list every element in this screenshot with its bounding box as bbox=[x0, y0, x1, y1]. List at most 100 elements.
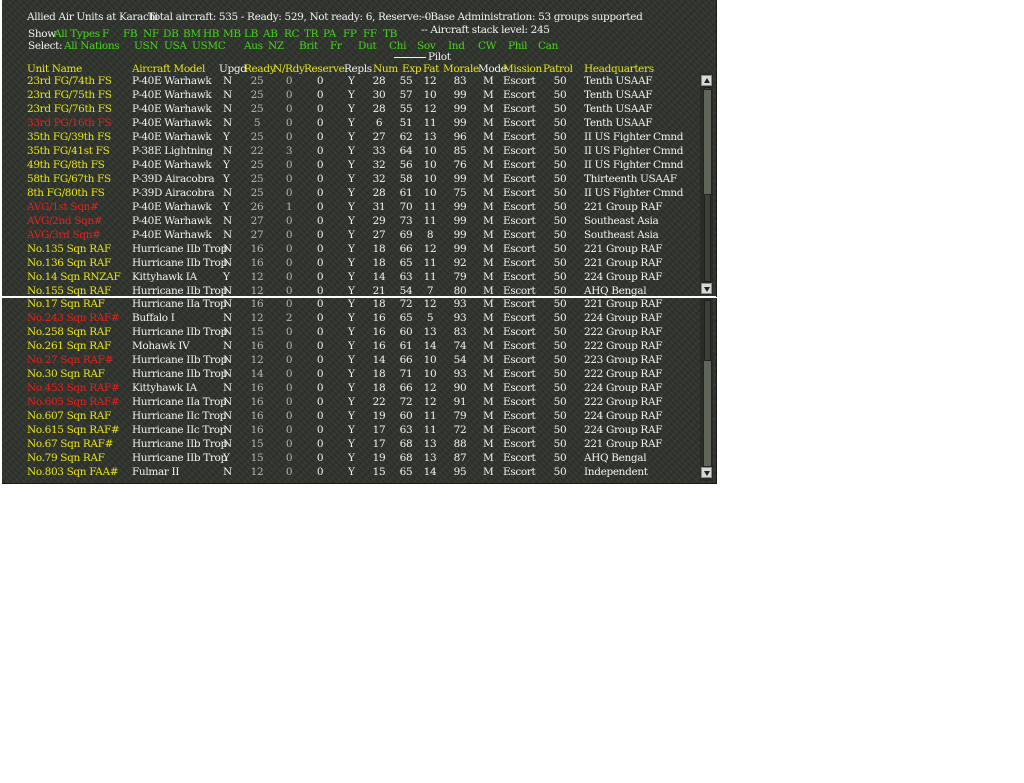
cell-unit-name[interactable]: No.453 Sqn RAF# bbox=[27, 382, 120, 394]
cell-unit-name[interactable]: No.67 Sqn RAF# bbox=[27, 438, 113, 450]
cell-unit-name[interactable]: No.615 Sqn RAF# bbox=[27, 424, 120, 436]
filter-type-db[interactable]: DB bbox=[163, 28, 179, 40]
filter-nation-can[interactable]: Can bbox=[538, 40, 558, 52]
unit-row[interactable]: No.14 Sqn RNZAF Kittyhawk IA Y 12 0 0 Y 14 63 11 7… bbox=[2, 270, 702, 284]
cell-unit-name[interactable]: No.27 Sqn RAF# bbox=[27, 354, 113, 366]
filter-type-hb[interactable]: HB bbox=[203, 28, 220, 40]
cell-unit-name[interactable]: No.261 Sqn RAF bbox=[27, 340, 111, 352]
unit-row[interactable]: No.607 Sqn RAF Hurricane IIc Trop N 16 0 0 Y 19… bbox=[2, 409, 702, 423]
unit-row[interactable]: 49th FG/8th FS P-40E Warhawk Y 25 0 0 Y 32 56 10 7… bbox=[2, 158, 702, 172]
unit-row[interactable]: AVG/1st Sqn# P-40E Warhawk Y 26 1 0 Y 31 70 11 99 M… bbox=[2, 200, 702, 214]
unit-row[interactable]: No.261 Sqn RAF Mohawk IV N 16 0 0 Y 16 61 14 74 M Es… bbox=[2, 339, 702, 353]
unit-row[interactable]: No.79 Sqn RAF Hurricane IIb Trop Y 15 0 0 Y 19 6… bbox=[2, 451, 702, 465]
unit-row[interactable]: AVG/2nd Sqn# P-40E Warhawk N 27 0 0 Y 29 73 11 99 M… bbox=[2, 214, 702, 228]
filter-nation-nz[interactable]: NZ bbox=[268, 40, 284, 52]
cell-repls: Y bbox=[348, 452, 355, 464]
cell-unit-name[interactable]: AVG/3rd Sqn# bbox=[27, 229, 101, 241]
cell-unit-name[interactable]: No.135 Sqn RAF bbox=[27, 243, 111, 255]
cell-unit-name[interactable]: AVG/1st Sqn# bbox=[27, 201, 99, 213]
unit-row[interactable]: No.136 Sqn RAF Hurricane IIb Trop N 16 0 0 Y 18… bbox=[2, 256, 702, 270]
filter-nation-phil[interactable]: Phil bbox=[508, 40, 528, 52]
cell-unit-name[interactable]: AVG/2nd Sqn# bbox=[27, 215, 103, 227]
cell-unit-name[interactable]: No.14 Sqn RNZAF bbox=[27, 271, 121, 283]
filter-nation-fr[interactable]: Fr bbox=[330, 40, 342, 52]
unit-row[interactable]: 8th FG/80th FS P-39D Airacobra N 25 0 0 Y 28 61 1… bbox=[2, 186, 702, 200]
scroll-thumb[interactable] bbox=[703, 89, 712, 195]
scroll-thumb[interactable] bbox=[703, 360, 712, 467]
cell-unit-name[interactable]: No.17 Sqn RAF bbox=[27, 298, 105, 310]
cell-unit-name[interactable]: No.243 Sqn RAF# bbox=[27, 312, 120, 324]
unit-row[interactable]: No.453 Sqn RAF# Kittyhawk IA N 16 0 0 Y 18 66 12 9… bbox=[2, 381, 702, 395]
cell-mission: Escort bbox=[503, 382, 536, 394]
unit-row[interactable]: 35th FG/39th FS P-40E Warhawk Y 25 0 0 Y 27 62 13… bbox=[2, 130, 702, 144]
unit-row[interactable]: No.17 Sqn RAF Hurricane IIa Trop N 16 0 0 Y 18 7… bbox=[2, 298, 702, 311]
unit-row[interactable]: No.135 Sqn RAF Hurricane IIb Trop N 16 0 0 Y 18… bbox=[2, 242, 702, 256]
filter-type-ff[interactable]: FF bbox=[363, 28, 377, 40]
unit-row[interactable]: 35th FG/41st FS P-38E Lightning N 22 3 0 Y 33 64… bbox=[2, 144, 702, 158]
filter-nation-brit[interactable]: Brit bbox=[299, 40, 318, 52]
cell-aircraft-model: Hurricane IIb Trop bbox=[132, 326, 227, 338]
cell-unit-name[interactable]: 35th FG/41st FS bbox=[27, 145, 110, 157]
scroll-down-arrow-icon[interactable] bbox=[701, 467, 712, 478]
cell-morale: 95 bbox=[453, 466, 467, 478]
filter-nation-usa[interactable]: USA bbox=[164, 40, 187, 52]
scrollbar-top[interactable] bbox=[700, 73, 713, 295]
filter-type-fp[interactable]: FP bbox=[343, 28, 357, 40]
unit-row[interactable]: No.30 Sqn RAF Hurricane IIb Trop N 14 0 0 Y 18 7… bbox=[2, 367, 702, 381]
filter-all-types[interactable]: All Types bbox=[54, 28, 100, 40]
cell-num: 22 bbox=[372, 396, 386, 408]
unit-row[interactable]: No.615 Sqn RAF# Hurricane IIc Trop N 16 0 0 Y 1… bbox=[2, 423, 702, 437]
unit-row[interactable]: 23rd FG/76th FS P-40E Warhawk N 25 0 0 Y 28 55 12… bbox=[2, 102, 702, 116]
filter-type-tr[interactable]: TR bbox=[304, 28, 319, 40]
filter-type-mb[interactable]: MB bbox=[223, 28, 241, 40]
cell-unit-name[interactable]: No.136 Sqn RAF bbox=[27, 257, 111, 269]
cell-exp: 66 bbox=[399, 382, 413, 394]
unit-row[interactable]: No.803 Sqn FAA# Fulmar II N 12 0 0 Y 15 65 14 95 M E… bbox=[2, 465, 702, 479]
cell-unit-name[interactable]: 8th FG/80th FS bbox=[27, 187, 105, 199]
cell-unit-name[interactable]: 35th FG/39th FS bbox=[27, 131, 111, 143]
cell-unit-name[interactable]: 58th FG/67th FS bbox=[27, 173, 111, 185]
cell-unit-name[interactable]: No.79 Sqn RAF bbox=[27, 452, 105, 464]
filter-type-rc[interactable]: RC bbox=[284, 28, 300, 40]
filter-type-tb[interactable]: TB bbox=[383, 28, 397, 40]
scrollbar-bottom[interactable] bbox=[700, 298, 713, 481]
cell-unit-name[interactable]: No.258 Sqn RAF bbox=[27, 326, 111, 338]
cell-unit-name[interactable]: 23rd FG/75th FS bbox=[27, 89, 112, 101]
filter-nation-usmc[interactable]: USMC bbox=[192, 40, 226, 52]
unit-row[interactable]: 23rd FG/74th FS P-40E Warhawk N 25 0 0 Y 28 55 12… bbox=[2, 74, 702, 88]
scroll-down-arrow-icon[interactable] bbox=[701, 283, 712, 294]
filter-type-f[interactable]: F bbox=[102, 28, 109, 40]
unit-row[interactable]: No.67 Sqn RAF# Hurricane IIb Trop N 15 0 0 Y 17… bbox=[2, 437, 702, 451]
unit-row[interactable]: No.243 Sqn RAF# Buffalo I N 12 2 0 Y 16 65 5 93 M Es… bbox=[2, 311, 702, 325]
cell-unit-name[interactable]: No.607 Sqn RAF bbox=[27, 410, 111, 422]
cell-unit-name[interactable]: 49th FG/8th FS bbox=[27, 159, 105, 171]
cell-unit-name[interactable]: No.605 Sqn RAF# bbox=[27, 396, 120, 408]
filter-type-ab[interactable]: AB bbox=[263, 28, 278, 40]
unit-row[interactable]: 23rd FG/75th FS P-40E Warhawk N 25 0 0 Y 30 57 10… bbox=[2, 88, 702, 102]
filter-type-nf[interactable]: NF bbox=[143, 28, 159, 40]
cell-fat: 11 bbox=[423, 215, 437, 227]
cell-unit-name[interactable]: 23rd FG/76th FS bbox=[27, 103, 112, 115]
filter-type-pa[interactable]: PA bbox=[323, 28, 336, 40]
filter-all-nations[interactable]: All Nations bbox=[64, 40, 120, 52]
cell-unit-name[interactable]: 33rd PG/16th FS bbox=[27, 117, 112, 129]
filter-type-bm[interactable]: BM bbox=[183, 28, 201, 40]
filter-type-lb[interactable]: LB bbox=[244, 28, 258, 40]
filter-type-fb[interactable]: FB bbox=[123, 28, 138, 40]
unit-row[interactable]: No.258 Sqn RAF Hurricane IIb Trop N 15 0 0 Y 16… bbox=[2, 325, 702, 339]
unit-row[interactable]: 33rd PG/16th FS P-40E Warhawk N 5 0 0 Y 6 51 11 99… bbox=[2, 116, 702, 130]
cell-reserve: 0 bbox=[316, 326, 324, 338]
scroll-up-arrow-icon[interactable] bbox=[701, 75, 712, 86]
cell-unit-name[interactable]: No.803 Sqn FAA# bbox=[27, 466, 119, 478]
filter-nation-aus[interactable]: Aus bbox=[244, 40, 263, 52]
unit-row[interactable]: No.27 Sqn RAF# Hurricane IIb Trop N 12 0 0 Y 14… bbox=[2, 353, 702, 367]
cell-unit-name[interactable]: 23rd FG/74th FS bbox=[27, 75, 112, 87]
unit-row[interactable]: 58th FG/67th FS P-39D Airacobra Y 25 0 0 Y 32 58… bbox=[2, 172, 702, 186]
filter-nation-dut[interactable]: Dut bbox=[358, 40, 377, 52]
air-units-panel-bottom: No.17 Sqn RAF Hurricane IIa Trop N 16 0 0 Y 18 7… bbox=[2, 298, 717, 484]
filter-nation-usn[interactable]: USN bbox=[134, 40, 159, 52]
unit-row[interactable]: No.605 Sqn RAF# Hurricane IIa Trop N 16 0 0 Y 2… bbox=[2, 395, 702, 409]
cell-unit-name[interactable]: No.30 Sqn RAF bbox=[27, 368, 105, 380]
cell-mode: M bbox=[483, 326, 494, 338]
unit-row[interactable]: AVG/3rd Sqn# P-40E Warhawk N 27 0 0 Y 27 69 8 99 M E… bbox=[2, 228, 702, 242]
